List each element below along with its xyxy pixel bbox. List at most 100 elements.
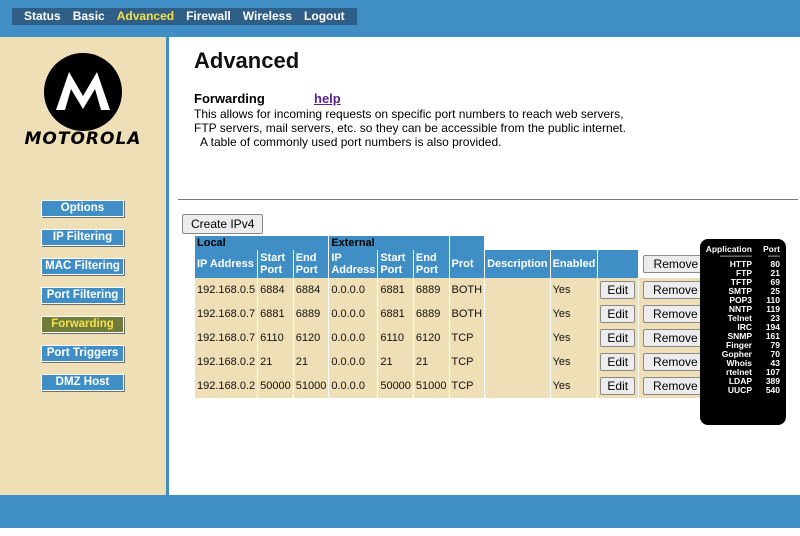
brand-name: MOTOROLA [24, 129, 142, 149]
cell-ext-end: 6889 [413, 278, 449, 302]
col-edit [598, 250, 639, 278]
cell-local-start: 6884 [258, 278, 293, 302]
help-link[interactable]: help [314, 91, 341, 106]
sidebar-item-forwarding[interactable]: Forwarding [41, 316, 124, 333]
cell-edit: Edit [598, 302, 639, 326]
edit-button[interactable]: Edit [600, 329, 636, 347]
cell-edit: Edit [598, 350, 639, 374]
cell-ext-start: 6881 [378, 302, 413, 326]
description-line: A table of commonly used port numbers is… [200, 135, 502, 149]
cell-local-ip: 192.168.0.7 [195, 302, 258, 326]
col-ext-ip: IP Address [329, 250, 378, 278]
remove-button[interactable]: Remove [643, 305, 708, 323]
cell-enabled: Yes [550, 302, 598, 326]
cell-local-end: 6884 [293, 278, 329, 302]
ports-list: Application Port ---------------- ------… [700, 245, 786, 395]
group-local: Local [195, 236, 329, 250]
forwarding-table: Local External IP Address Start Port End… [194, 236, 728, 398]
port-entry: UUCP 540 [700, 386, 786, 395]
description: This allows for incoming requests on spe… [194, 107, 674, 149]
remove-button[interactable]: Remove [643, 353, 708, 371]
cell-ext-start: 6881 [378, 278, 413, 302]
col-local-start: Start Port [258, 250, 293, 278]
table-row: 192.168.0.7 6110 6120 0.0.0.0 6110 6120 … [195, 326, 728, 350]
nav-wireless[interactable]: Wireless [237, 8, 298, 25]
cell-edit: Edit [598, 374, 639, 398]
nav-basic[interactable]: Basic [67, 8, 111, 25]
page-title: Advanced [194, 48, 300, 73]
edit-button[interactable]: Edit [600, 305, 636, 323]
section-title: Forwarding [194, 91, 265, 106]
cell-local-end: 21 [293, 350, 329, 374]
col-local-ip: IP Address [195, 250, 258, 278]
cell-prot: TCP [449, 350, 485, 374]
divider [178, 199, 798, 200]
sidebar-item-port-triggers[interactable]: Port Triggers [41, 345, 124, 362]
edit-button[interactable]: Edit [600, 281, 636, 299]
cell-description [485, 374, 550, 398]
cell-local-end: 51000 [293, 374, 329, 398]
nav-advanced[interactable]: Advanced [111, 8, 180, 25]
cell-local-ip: 192.168.0.5 [195, 278, 258, 302]
cell-local-ip: 192.168.0.7 [195, 326, 258, 350]
port-app: UUCP [727, 385, 752, 395]
table-row: 192.168.0.7 6881 6889 0.0.0.0 6881 6889 … [195, 302, 728, 326]
cell-ext-end: 21 [413, 350, 449, 374]
cell-ext-ip: 0.0.0.0 [329, 302, 378, 326]
cell-description [485, 350, 550, 374]
table-row: 192.168.0.2 50000 51000 0.0.0.0 50000 51… [195, 374, 728, 398]
group-empty [551, 236, 598, 250]
cell-enabled: Yes [550, 374, 598, 398]
cell-description [485, 302, 550, 326]
footer-bar [0, 495, 800, 528]
cell-ext-end: 6120 [413, 326, 449, 350]
cell-prot: TCP [449, 326, 485, 350]
description-line: This allows for incoming requests on spe… [194, 107, 624, 121]
cell-enabled: Yes [550, 350, 598, 374]
cell-local-ip: 192.168.0.2 [195, 374, 258, 398]
cell-local-start: 6881 [258, 302, 293, 326]
ports-header: Application Port [700, 245, 786, 254]
cell-prot: BOTH [449, 278, 485, 302]
col-prot: Prot [449, 250, 485, 278]
cell-local-start: 6110 [258, 326, 293, 350]
description-line: FTP servers, mail servers, etc. so they … [194, 121, 626, 135]
col-ext-end: End Port [413, 250, 449, 278]
group-external: External [329, 236, 449, 250]
cell-ext-start: 21 [378, 350, 413, 374]
sidebar: MOTOROLA Options IP Filtering MAC Filter… [0, 37, 169, 495]
table-row: 192.168.0.2 21 21 0.0.0.0 21 21 TCP Yes … [195, 350, 728, 374]
edit-button[interactable]: Edit [600, 353, 636, 371]
sidebar-item-options[interactable]: Options [41, 200, 124, 217]
edit-button[interactable]: Edit [600, 377, 636, 395]
remove-button[interactable]: Remove [643, 377, 708, 395]
cell-enabled: Yes [550, 278, 598, 302]
ports-header-app: Application [705, 244, 752, 254]
create-ipv4-button[interactable]: Create IPv4 [182, 214, 264, 234]
col-enabled: Enabled [550, 250, 598, 278]
cell-ext-start: 6110 [378, 326, 413, 350]
cell-description [485, 278, 550, 302]
top-nav: Status Basic Advanced Firewall Wireless … [12, 8, 357, 25]
col-description: Description [485, 250, 550, 278]
cell-ext-end: 51000 [413, 374, 449, 398]
nav-firewall[interactable]: Firewall [180, 8, 237, 25]
nav-status[interactable]: Status [18, 8, 67, 25]
cell-local-start: 50000 [258, 374, 293, 398]
group-spacer [449, 236, 485, 250]
sidebar-item-ip-filtering[interactable]: IP Filtering [41, 229, 124, 246]
common-ports-legend: Application Port ---------------- ------… [700, 239, 786, 425]
sidebar-item-port-filtering[interactable]: Port Filtering [41, 287, 124, 304]
remove-button[interactable]: Remove [643, 329, 708, 347]
sidebar-item-dmz-host[interactable]: DMZ Host [41, 374, 124, 391]
motorola-logo-icon [44, 53, 122, 131]
cell-ext-ip: 0.0.0.0 [329, 350, 378, 374]
cell-description [485, 326, 550, 350]
port-number: 540 [765, 385, 780, 395]
remove-button[interactable]: Remove [643, 281, 708, 299]
cell-local-ip: 192.168.0.2 [195, 350, 258, 374]
table-row: 192.168.0.5 6884 6884 0.0.0.0 6881 6889 … [195, 278, 728, 302]
nav-logout[interactable]: Logout [298, 8, 351, 25]
sidebar-item-mac-filtering[interactable]: MAC Filtering [41, 258, 124, 275]
cell-enabled: Yes [550, 326, 598, 350]
